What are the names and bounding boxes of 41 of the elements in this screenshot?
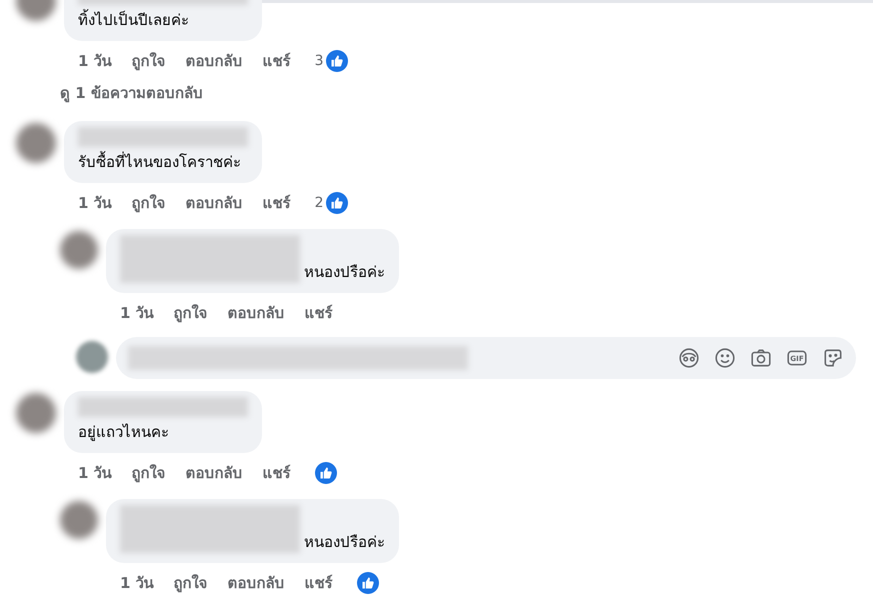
reaction-count: 2	[314, 195, 324, 211]
view-replies-link[interactable]: ดู 1 ข้อความตอบกลับ	[60, 81, 348, 105]
timestamp: 1 วัน	[78, 193, 112, 214]
thumbs-up-icon[interactable]	[356, 572, 379, 594]
comment-text: หนองปรือค่ะ	[304, 532, 385, 553]
thumbs-up-icon[interactable]	[326, 192, 348, 214]
timestamp: 1 วัน	[78, 51, 112, 72]
emoji-icon[interactable]	[714, 347, 736, 369]
avatar-face-icon[interactable]	[678, 347, 700, 369]
blurred-avatar[interactable]	[16, 123, 56, 163]
thumbs-up-icon[interactable]	[326, 50, 348, 72]
thumbs-up-icon[interactable]	[314, 462, 337, 484]
blurred-avatar[interactable]	[60, 501, 98, 539]
timestamp: 1 วัน	[120, 573, 154, 594]
action-link[interactable]: ตอบกลับ	[228, 301, 285, 325]
action-link[interactable]: แชร์	[262, 191, 291, 215]
action-link[interactable]: ตอบกลับ	[186, 49, 243, 73]
blurred-avatar	[76, 341, 108, 373]
camera-icon[interactable]	[750, 347, 772, 369]
timestamp: 1 วัน	[120, 303, 154, 324]
action-link[interactable]: ถูกใจ	[174, 301, 208, 325]
reaction-count: 3	[314, 53, 324, 69]
blurred-avatar[interactable]	[60, 231, 98, 269]
blurred-avatar[interactable]	[16, 393, 56, 433]
action-link[interactable]: แชร์	[262, 49, 291, 73]
action-link[interactable]: แชร์	[262, 461, 291, 485]
action-link[interactable]: ถูกใจ	[132, 49, 166, 73]
action-link[interactable]: ถูกใจ	[174, 571, 208, 595]
comment-text: อยู่แถวไหนคะ	[78, 422, 170, 443]
comment-text: รับซื้อที่ไหนของโคราชค่ะ	[78, 151, 242, 173]
action-link[interactable]: ตอบกลับ	[186, 461, 243, 485]
action-link[interactable]: ถูกใจ	[132, 191, 166, 215]
action-link[interactable]: ถูกใจ	[132, 461, 166, 485]
action-link[interactable]: ตอบกลับ	[228, 571, 285, 595]
sticker-icon[interactable]	[822, 347, 844, 369]
comment-text: ทิ้งไปเป็นปีเลยค่ะ	[78, 9, 190, 31]
comment-text: หนองปรือค่ะ	[304, 262, 385, 283]
action-link[interactable]: แชร์	[304, 301, 333, 325]
action-link[interactable]: แชร์	[304, 571, 333, 595]
action-link[interactable]: ตอบกลับ	[186, 191, 243, 215]
timestamp: 1 วัน	[78, 463, 112, 484]
